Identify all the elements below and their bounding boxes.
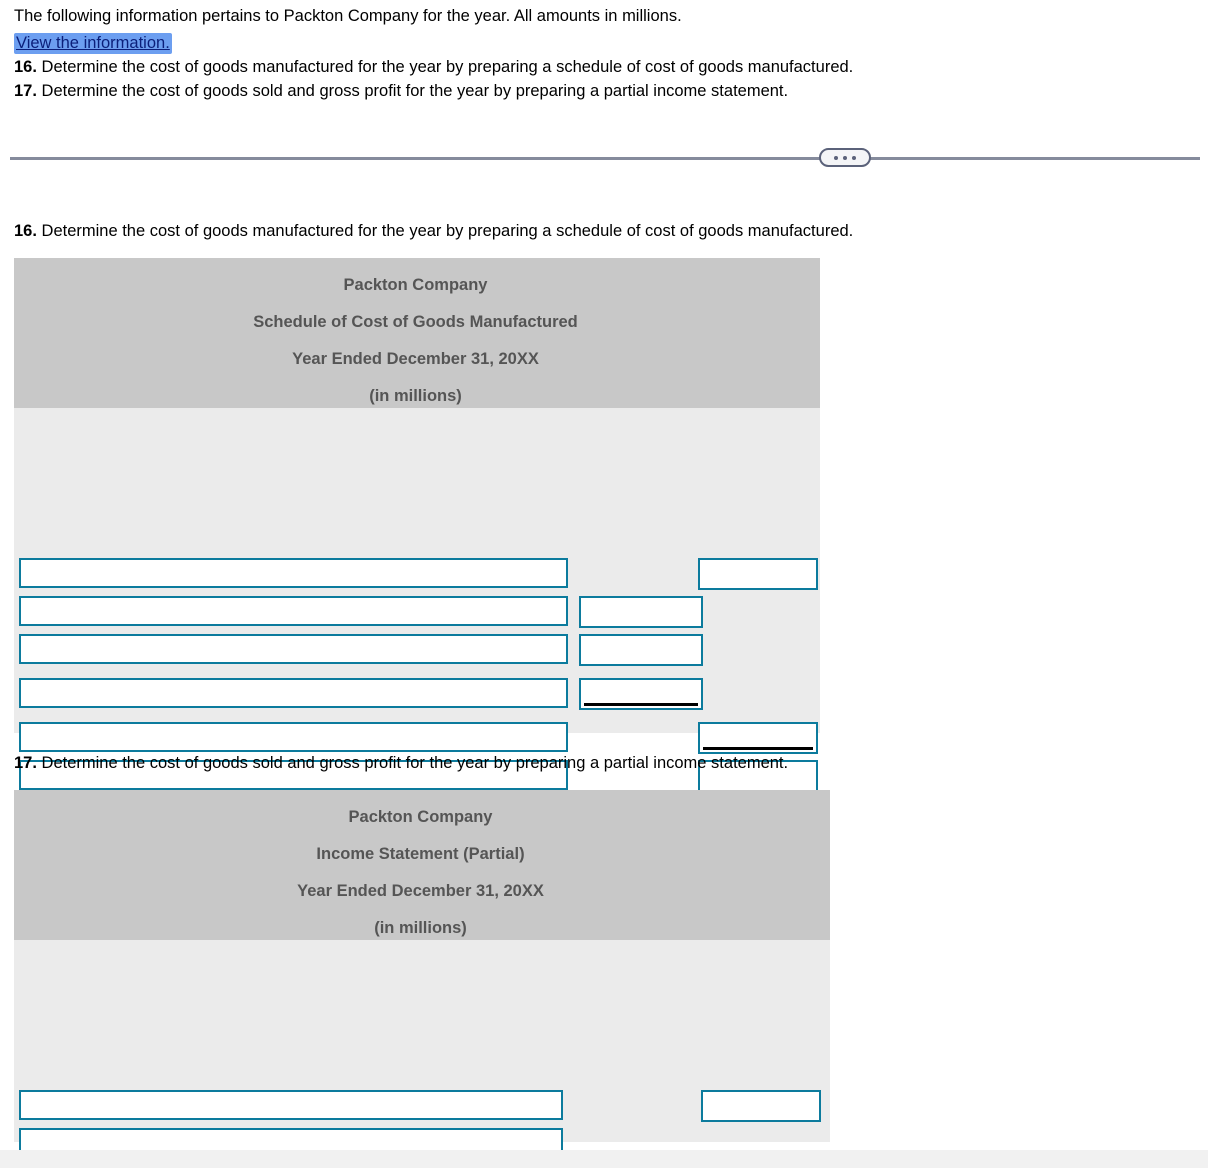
worksheet-16-header: Packton Company Schedule of Cost of Good… xyxy=(14,258,820,408)
description-input-5[interactable] xyxy=(19,722,568,752)
worksheet-16-company: Packton Company xyxy=(343,276,488,294)
intro-question-16-number: 16. xyxy=(14,58,37,76)
question-16-heading: 16. Determine the cost of goods manufact… xyxy=(14,222,853,241)
dot-icon xyxy=(852,155,856,160)
description-input-4[interactable] xyxy=(19,678,568,708)
cost-of-goods-manufactured-worksheet: Packton Company Schedule of Cost of Good… xyxy=(14,258,820,880)
intro-question-17-text: Determine the cost of goods sold and gro… xyxy=(41,82,789,100)
table-row xyxy=(14,558,820,596)
worksheet-17-subtitle: Income Statement (Partial) xyxy=(316,845,525,863)
worksheet-17-period: Year Ended December 31, 20XX xyxy=(297,882,544,900)
worksheet-16-subtitle: Schedule of Cost of Goods Manufactured xyxy=(253,313,578,331)
worksheet-page: The following information pertains to Pa… xyxy=(0,0,1208,1168)
question-17-text: Determine the cost of goods sold and gro… xyxy=(41,754,789,772)
intro-text: The following information pertains to Pa… xyxy=(14,7,682,25)
description-input-3[interactable] xyxy=(19,634,568,664)
total-amount-input-1[interactable] xyxy=(698,558,818,590)
table-row xyxy=(14,634,820,672)
partial-income-statement-worksheet: Packton Company Income Statement (Partia… xyxy=(14,790,830,1158)
table-row xyxy=(14,596,820,634)
single-underline-rule xyxy=(584,703,698,706)
view-information-link[interactable]: View the information. xyxy=(16,34,170,52)
question-16-number: 16. xyxy=(14,222,37,240)
description-input-1[interactable] xyxy=(19,558,568,588)
question-16-text: Determine the cost of goods manufactured… xyxy=(41,222,854,240)
dot-icon xyxy=(834,155,838,160)
view-information-link-highlight: View the information. xyxy=(14,33,172,54)
page-bottom-strip xyxy=(0,1150,1208,1168)
dot-icon xyxy=(843,155,847,160)
intro-question-16-text: Determine the cost of goods manufactured… xyxy=(41,58,854,76)
worksheet-17-units: (in millions) xyxy=(374,919,467,937)
total-amount-input-5[interactable] xyxy=(698,722,818,754)
subtotal-amount-input-4[interactable] xyxy=(579,678,703,710)
expand-dots-button[interactable] xyxy=(819,148,871,167)
subtotal-amount-input-3[interactable] xyxy=(579,634,703,666)
intro-question-17: 17. Determine the cost of goods sold and… xyxy=(14,80,1194,102)
section-divider xyxy=(10,157,1200,160)
question-17-number: 17. xyxy=(14,754,37,772)
worksheet-17-company: Packton Company xyxy=(348,808,493,826)
table-row xyxy=(14,1090,830,1128)
description-input-1[interactable] xyxy=(19,1090,563,1120)
description-input-2[interactable] xyxy=(19,596,568,626)
intro-question-17-number: 17. xyxy=(14,82,37,100)
subtotal-amount-input-2[interactable] xyxy=(579,596,703,628)
question-17-heading: 17. Determine the cost of goods sold and… xyxy=(14,754,788,773)
worksheet-16-period: Year Ended December 31, 20XX xyxy=(292,350,539,368)
worksheet-17-header: Packton Company Income Statement (Partia… xyxy=(14,790,830,940)
worksheet-16-units: (in millions) xyxy=(369,387,462,405)
intro-question-16: 16. Determine the cost of goods manufact… xyxy=(14,56,1194,78)
table-row xyxy=(14,678,820,716)
total-amount-input-1[interactable] xyxy=(701,1090,821,1122)
intro-block: The following information pertains to Pa… xyxy=(14,6,1194,102)
single-underline-rule xyxy=(703,747,813,750)
